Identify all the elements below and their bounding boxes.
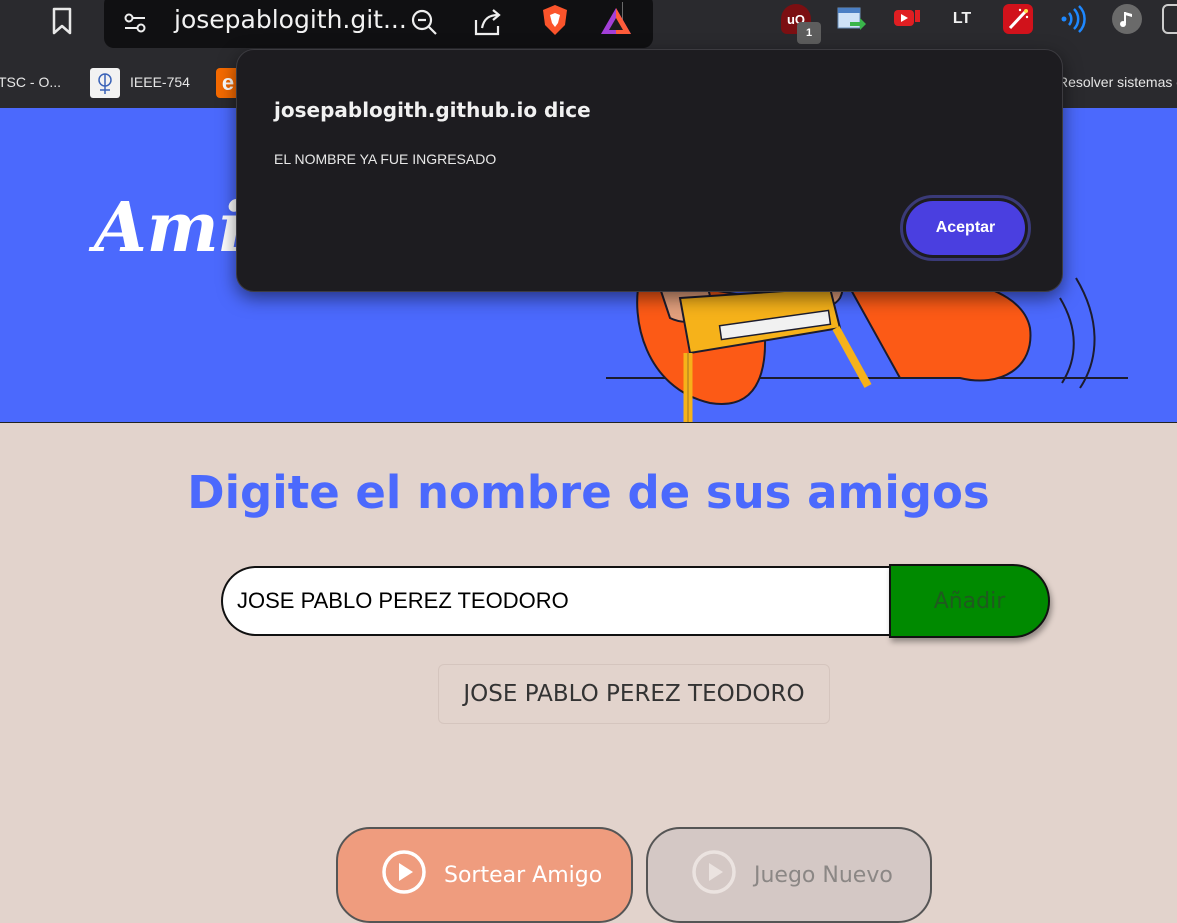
brave-rewards-icon[interactable] xyxy=(598,4,634,38)
brave-shield-icon[interactable] xyxy=(538,2,572,38)
bookmark-tsc[interactable]: TSC - O... xyxy=(0,74,61,90)
share-icon[interactable] xyxy=(470,4,506,40)
add-button[interactable]: Añadir xyxy=(889,564,1050,638)
bookmark-resolver-sistemas[interactable]: Resolver sistemas d xyxy=(1058,74,1177,90)
new-game-label: Juego Nuevo xyxy=(754,862,893,888)
dialog-message: EL NOMBRE YA FUE INGRESADO xyxy=(274,151,497,167)
zoom-out-icon[interactable] xyxy=(406,4,442,40)
accept-button[interactable]: Aceptar xyxy=(906,201,1025,255)
play-icon xyxy=(380,848,428,902)
bookmark-icon[interactable] xyxy=(48,6,76,36)
new-game-button[interactable]: Juego Nuevo xyxy=(646,827,932,923)
music-note-icon[interactable] xyxy=(1112,4,1142,34)
play-icon xyxy=(690,848,738,902)
url-text[interactable]: josepablogith.git... xyxy=(174,5,407,34)
extensions-menu-icon[interactable] xyxy=(1162,4,1177,34)
friend-list: JOSE PABLO PEREZ TEODORO xyxy=(438,664,830,724)
ieee-logo-icon xyxy=(90,68,120,98)
youtube-dislike-icon[interactable] xyxy=(892,4,922,34)
extension-window-icon[interactable] xyxy=(836,4,866,34)
extension-badge: 1 xyxy=(797,22,821,44)
alert-dialog: josepablogith.github.io dice EL NOMBRE Y… xyxy=(236,49,1063,292)
nfc-waves-icon[interactable] xyxy=(1057,4,1087,34)
section-title: Digite el nombre de sus amigos xyxy=(187,466,990,519)
site-settings-icon[interactable] xyxy=(120,8,150,38)
magic-wand-icon[interactable] xyxy=(1003,4,1033,34)
dialog-title: josepablogith.github.io dice xyxy=(274,98,591,122)
bookmark-ieee754[interactable]: IEEE-754 xyxy=(130,74,190,90)
draw-friend-label: Sortear Amigo xyxy=(444,862,603,888)
draw-friend-button[interactable]: Sortear Amigo xyxy=(336,827,633,923)
friend-name-input[interactable] xyxy=(221,566,899,636)
languagetool-icon[interactable]: LT xyxy=(947,4,977,34)
list-item: JOSE PABLO PEREZ TEODORO xyxy=(463,681,805,707)
